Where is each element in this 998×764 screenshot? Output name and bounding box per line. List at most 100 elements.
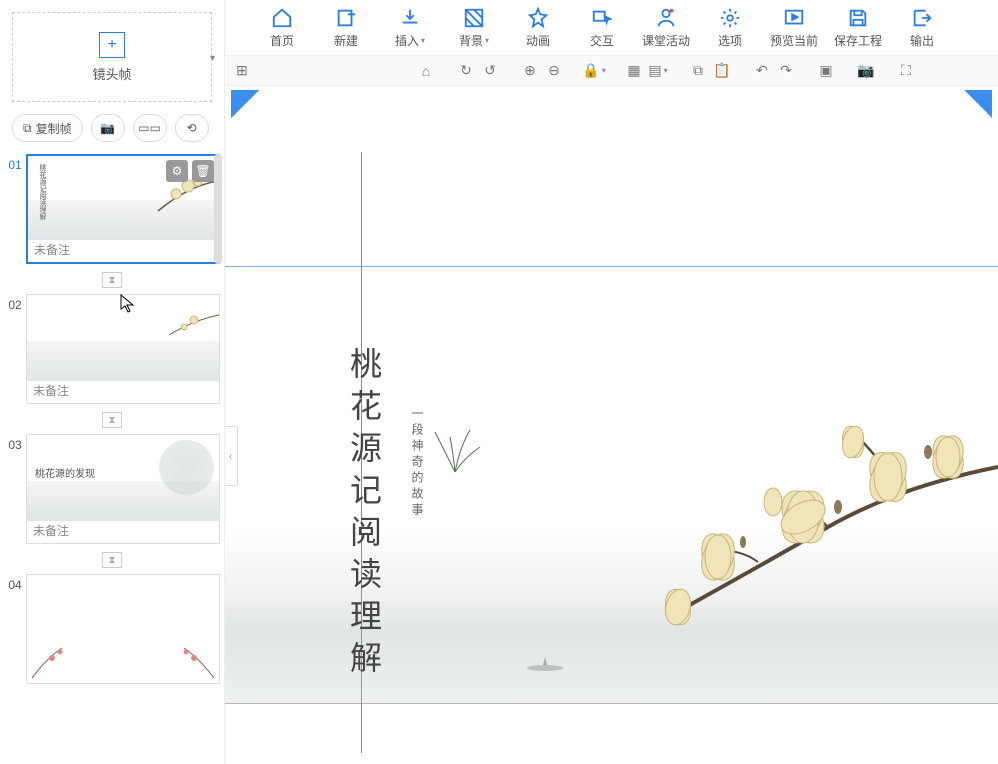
undo-icon: ↺: [484, 62, 496, 79]
mini-branch: [139, 305, 219, 355]
mini-title: 桃花源的发现: [35, 465, 95, 480]
active-slide[interactable]: 桃花源记阅读理解 一段神奇的故事: [225, 266, 998, 704]
redo-button[interactable]: ↻: [456, 61, 476, 81]
ruler-icon: ⊞: [236, 62, 248, 79]
tb-label: 课堂活动: [642, 32, 690, 49]
tb-insert[interactable]: 插入▾: [378, 0, 442, 56]
slide-thumbnails: 01 桃花源记阅读理解 ⚙ 🗑 未备注 ⧗ 02: [0, 154, 224, 764]
tb-label: 交互: [590, 32, 614, 49]
tb-new[interactable]: 新建: [314, 0, 378, 56]
tb-interaction[interactable]: 交互: [570, 0, 634, 56]
slide-subtitle[interactable]: 一段神奇的故事: [409, 407, 426, 519]
zoom-out-button[interactable]: ⊖: [544, 61, 564, 81]
trash-icon: 🗑: [195, 164, 210, 178]
transition-indicator[interactable]: ⧗: [102, 552, 122, 568]
undo2-button[interactable]: ↶: [752, 61, 772, 81]
orchid-decoration: [425, 422, 485, 482]
new-icon: [334, 6, 358, 30]
slide-note: 未备注: [34, 241, 70, 258]
zoom-in-button[interactable]: ⊕: [520, 61, 540, 81]
undo-icon: ↶: [756, 62, 768, 79]
redo-icon: ↻: [460, 62, 472, 79]
transition-indicator[interactable]: ⧗: [102, 412, 122, 428]
lock-button[interactable]: 🔒▾: [584, 61, 604, 81]
camera-icon: 📷: [857, 62, 874, 79]
slide-number: 02: [4, 294, 26, 404]
corner-fold-tr: [964, 90, 992, 118]
tb-label: 预览当前: [770, 32, 818, 49]
copy-frame-button[interactable]: ⧉ 复制帧: [12, 114, 83, 142]
slide-number: 01: [4, 154, 26, 264]
slide-number: 03: [4, 434, 26, 544]
left-panel: + 镜头帧 ▾ ⧉ 复制帧 📷 ▭▭ ⟲ 01 桃花源记阅读理解 ⚙ 🗑: [0, 0, 225, 764]
interaction-icon: [590, 6, 614, 30]
zoom-out-icon: ⊖: [548, 62, 560, 79]
copy-icon: ⧉: [693, 62, 703, 79]
tb-home[interactable]: 首页: [250, 0, 314, 56]
slide-note: 未备注: [33, 522, 69, 539]
fullscreen-button[interactable]: ⛶: [896, 61, 916, 81]
slide-number: 04: [4, 574, 26, 684]
slide-thumb-04[interactable]: 04: [4, 574, 220, 684]
undo-button[interactable]: ↺: [480, 61, 500, 81]
slide-thumb-03[interactable]: 03 桃花源的发现 未备注: [4, 434, 220, 544]
grid-icon: ▭▭: [138, 121, 161, 135]
background-icon: [462, 6, 486, 30]
canvas-area[interactable]: ‹ 桃花源记阅读理解 一段神奇的故事: [225, 86, 998, 764]
slide-note: 未备注: [33, 382, 69, 399]
camera-icon: 📷: [100, 121, 115, 135]
tb-label: 保存工程: [834, 32, 882, 49]
home-icon: [270, 6, 294, 30]
thumb-settings-button[interactable]: ⚙: [166, 160, 188, 182]
thumb-delete-button[interactable]: 🗑: [192, 160, 214, 182]
grid-button[interactable]: ▦: [624, 61, 644, 81]
align-icon: ▤: [648, 62, 661, 79]
thumbnail-scrollbar[interactable]: [214, 154, 222, 264]
add-frame-icon: +: [99, 32, 125, 58]
props-button[interactable]: ▣: [816, 61, 836, 81]
corner-fold-tl: [231, 90, 259, 118]
chevron-down-icon: ▾: [485, 36, 489, 45]
tb-activity[interactable]: 课堂活动: [634, 0, 698, 56]
paste-button[interactable]: 📋: [712, 61, 732, 81]
save-icon: [846, 6, 870, 30]
tb-label: 动画: [526, 32, 550, 49]
tb-save[interactable]: 保存工程: [826, 0, 890, 56]
chevron-down-icon: ▾: [664, 66, 668, 75]
align-button[interactable]: ▤▾: [648, 61, 668, 81]
lock-icon: 🔒: [582, 62, 599, 79]
copy-frame-label: 复制帧: [36, 120, 72, 137]
chevron-down-icon: ▾: [421, 36, 425, 45]
tb-export[interactable]: 输出: [890, 0, 954, 56]
zoom-in-icon: ⊕: [524, 62, 536, 79]
link-button[interactable]: ⟲: [175, 114, 209, 142]
slide-thumb-02[interactable]: 02 未备注: [4, 294, 220, 404]
home-icon: ⌂: [422, 63, 430, 79]
tb-background[interactable]: 背景▾: [442, 0, 506, 56]
tb-preview[interactable]: 预览当前: [762, 0, 826, 56]
redo-icon: ↷: [780, 62, 792, 79]
home-small-button[interactable]: ⌂: [416, 61, 436, 81]
slide-thumb-01[interactable]: 01 桃花源记阅读理解 ⚙ 🗑 未备注: [4, 154, 220, 264]
paste-icon: 📋: [713, 62, 730, 79]
layout-button[interactable]: ▭▭: [133, 114, 167, 142]
fisherman-silhouette: [525, 643, 565, 673]
slide-title[interactable]: 桃花源记阅读理解: [341, 347, 387, 683]
ruler-button[interactable]: ⊞: [232, 61, 252, 81]
tb-animation[interactable]: 动画: [506, 0, 570, 56]
tb-label: 选项: [718, 32, 742, 49]
activity-icon: [654, 6, 678, 30]
tb-settings[interactable]: 选项: [698, 0, 762, 56]
chevron-down-icon: ▾: [210, 53, 215, 64]
tb-label: 插入: [395, 32, 419, 49]
preview-icon: [782, 6, 806, 30]
camera-frame-label: 镜头帧: [92, 64, 131, 83]
copy-button[interactable]: ⧉: [688, 61, 708, 81]
camera-frame-add[interactable]: + 镜头帧 ▾: [12, 12, 212, 102]
frame-actions: ⧉ 复制帧 📷 ▭▭ ⟲: [0, 114, 224, 154]
camera-button[interactable]: 📷: [91, 114, 125, 142]
redo2-button[interactable]: ↷: [776, 61, 796, 81]
snapshot-button[interactable]: 📷: [856, 61, 876, 81]
transition-indicator[interactable]: ⧗: [102, 272, 122, 288]
animation-icon: [526, 6, 550, 30]
